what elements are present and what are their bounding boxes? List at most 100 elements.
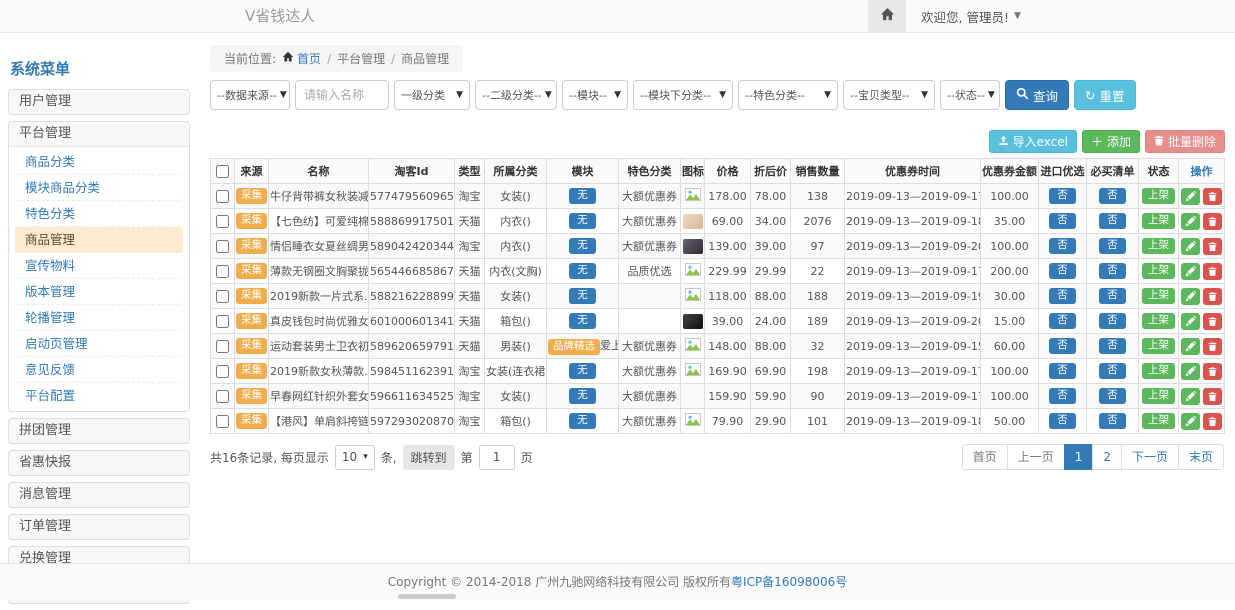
edit-button[interactable] bbox=[1181, 388, 1200, 405]
filter-input-name[interactable] bbox=[295, 80, 389, 110]
import-toggle[interactable]: 否 bbox=[1049, 263, 1076, 279]
must-buy-toggle[interactable]: 否 bbox=[1099, 263, 1126, 279]
filter-select-item-type[interactable]: --宝贝类型--▼ bbox=[843, 80, 935, 110]
sidebar-group-header[interactable]: 消息管理 bbox=[9, 483, 189, 507]
must-buy-toggle[interactable]: 否 bbox=[1099, 338, 1126, 354]
delete-button[interactable] bbox=[1203, 388, 1222, 405]
row-checkbox[interactable] bbox=[216, 415, 229, 428]
sidebar-item[interactable]: 启动页管理 bbox=[15, 331, 183, 357]
status-badge[interactable]: 上架 bbox=[1142, 238, 1175, 254]
user-menu[interactable]: 欢迎您, 管理员! ▼ bbox=[921, 7, 1021, 26]
import-toggle[interactable]: 否 bbox=[1049, 313, 1076, 329]
row-checkbox[interactable] bbox=[216, 290, 229, 303]
status-badge[interactable]: 上架 bbox=[1142, 213, 1175, 229]
sidebar-group-header[interactable]: 拼团管理 bbox=[9, 419, 189, 443]
must-buy-toggle[interactable]: 否 bbox=[1099, 288, 1126, 304]
delete-button[interactable] bbox=[1203, 413, 1222, 430]
row-checkbox[interactable] bbox=[216, 265, 229, 278]
edit-button[interactable] bbox=[1181, 363, 1200, 380]
sidebar-group-header[interactable]: 订单管理 bbox=[9, 515, 189, 539]
delete-button[interactable] bbox=[1203, 238, 1222, 255]
select-all-checkbox[interactable] bbox=[216, 165, 229, 178]
import-toggle[interactable]: 否 bbox=[1049, 363, 1076, 379]
filter-select-module-subcategory[interactable]: --模块下分类--▼ bbox=[633, 80, 733, 110]
page-button-2[interactable]: 2 bbox=[1092, 444, 1122, 470]
import-toggle[interactable]: 否 bbox=[1049, 288, 1076, 304]
sidebar-group-header[interactable]: 省惠快报 bbox=[9, 451, 189, 475]
row-checkbox[interactable] bbox=[216, 390, 229, 403]
must-buy-toggle[interactable]: 否 bbox=[1099, 188, 1126, 204]
jump-page-input[interactable] bbox=[479, 445, 515, 470]
status-badge[interactable]: 上架 bbox=[1142, 363, 1175, 379]
sidebar-item[interactable]: 意见反馈 bbox=[15, 357, 183, 383]
edit-button[interactable] bbox=[1181, 338, 1200, 355]
status-badge[interactable]: 上架 bbox=[1142, 263, 1175, 279]
reset-button[interactable]: ↻ 重置 bbox=[1074, 80, 1136, 110]
edit-button[interactable] bbox=[1181, 413, 1200, 430]
sidebar-item[interactable]: 特色分类 bbox=[15, 201, 183, 227]
import-toggle[interactable]: 否 bbox=[1049, 213, 1076, 229]
import-excel-button[interactable]: 导入excel bbox=[989, 130, 1077, 153]
filter-select-category-level2[interactable]: --二级分类--▼ bbox=[475, 80, 557, 110]
page-button-1[interactable]: 1 bbox=[1064, 444, 1094, 470]
delete-button[interactable] bbox=[1203, 363, 1222, 380]
filter-select-module[interactable]: --模块--▼ bbox=[562, 80, 628, 110]
sidebar-item[interactable]: 模块商品分类 bbox=[15, 175, 183, 201]
sidebar-item[interactable]: 商品管理 bbox=[15, 227, 183, 253]
row-checkbox[interactable] bbox=[216, 215, 229, 228]
row-checkbox[interactable] bbox=[216, 365, 229, 378]
delete-button[interactable] bbox=[1203, 263, 1222, 280]
add-button[interactable]: ＋ 添加 bbox=[1082, 130, 1140, 153]
must-buy-toggle[interactable]: 否 bbox=[1099, 388, 1126, 404]
must-buy-toggle[interactable]: 否 bbox=[1099, 313, 1126, 329]
sidebar-item[interactable]: 轮播管理 bbox=[15, 305, 183, 331]
page-button-首页[interactable]: 首页 bbox=[962, 444, 1008, 470]
sidebar-item[interactable]: 商品分类 bbox=[15, 149, 183, 175]
filter-select-feature-category[interactable]: --特色分类--▼ bbox=[738, 80, 838, 110]
import-toggle[interactable]: 否 bbox=[1049, 338, 1076, 354]
import-toggle[interactable]: 否 bbox=[1049, 413, 1076, 429]
delete-button[interactable] bbox=[1203, 313, 1222, 330]
icp-link[interactable]: 粤ICP备16098006号 bbox=[731, 575, 847, 589]
filter-select-category-level1[interactable]: 一级分类▼ bbox=[394, 80, 470, 110]
must-buy-toggle[interactable]: 否 bbox=[1099, 363, 1126, 379]
delete-button[interactable] bbox=[1203, 213, 1222, 230]
delete-button[interactable] bbox=[1203, 338, 1222, 355]
filter-select-data-source[interactable]: --数据来源--▼ bbox=[210, 80, 290, 110]
import-toggle[interactable]: 否 bbox=[1049, 388, 1076, 404]
status-badge[interactable]: 上架 bbox=[1142, 288, 1175, 304]
row-checkbox[interactable] bbox=[216, 315, 229, 328]
batch-delete-button[interactable]: 批量删除 bbox=[1145, 130, 1225, 153]
row-checkbox[interactable] bbox=[216, 340, 229, 353]
status-badge[interactable]: 上架 bbox=[1142, 188, 1175, 204]
query-button[interactable]: 查询 bbox=[1005, 80, 1069, 110]
sidebar-item[interactable]: 平台配置 bbox=[15, 383, 183, 409]
page-size-select[interactable]: 10 ▾ bbox=[335, 445, 375, 470]
row-checkbox[interactable] bbox=[216, 240, 229, 253]
jump-button[interactable]: 跳转到 bbox=[403, 445, 455, 470]
sidebar-item[interactable]: 版本管理 bbox=[15, 279, 183, 305]
page-button-上一页[interactable]: 上一页 bbox=[1007, 444, 1065, 470]
must-buy-toggle[interactable]: 否 bbox=[1099, 213, 1126, 229]
edit-button[interactable] bbox=[1181, 213, 1200, 230]
import-toggle[interactable]: 否 bbox=[1049, 188, 1076, 204]
status-badge[interactable]: 上架 bbox=[1142, 388, 1175, 404]
status-badge[interactable]: 上架 bbox=[1142, 338, 1175, 354]
delete-button[interactable] bbox=[1203, 288, 1222, 305]
must-buy-toggle[interactable]: 否 bbox=[1099, 413, 1126, 429]
page-button-下一页[interactable]: 下一页 bbox=[1121, 444, 1179, 470]
filter-select-status[interactable]: --状态--▼ bbox=[940, 80, 1000, 110]
row-checkbox[interactable] bbox=[216, 190, 229, 203]
delete-button[interactable] bbox=[1203, 188, 1222, 205]
breadcrumb-home-link[interactable]: 首页 bbox=[282, 50, 321, 67]
sidebar-group-header[interactable]: 用户管理 bbox=[9, 90, 189, 114]
page-button-末页[interactable]: 末页 bbox=[1178, 444, 1224, 470]
status-badge[interactable]: 上架 bbox=[1142, 313, 1175, 329]
status-badge[interactable]: 上架 bbox=[1142, 413, 1175, 429]
edit-button[interactable] bbox=[1181, 238, 1200, 255]
home-button[interactable] bbox=[868, 0, 906, 32]
import-toggle[interactable]: 否 bbox=[1049, 238, 1076, 254]
sidebar-group-header[interactable]: 平台管理 bbox=[9, 122, 189, 146]
sidebar-item[interactable]: 宣传物料 bbox=[15, 253, 183, 279]
horizontal-scrollbar-thumb[interactable] bbox=[398, 594, 456, 599]
